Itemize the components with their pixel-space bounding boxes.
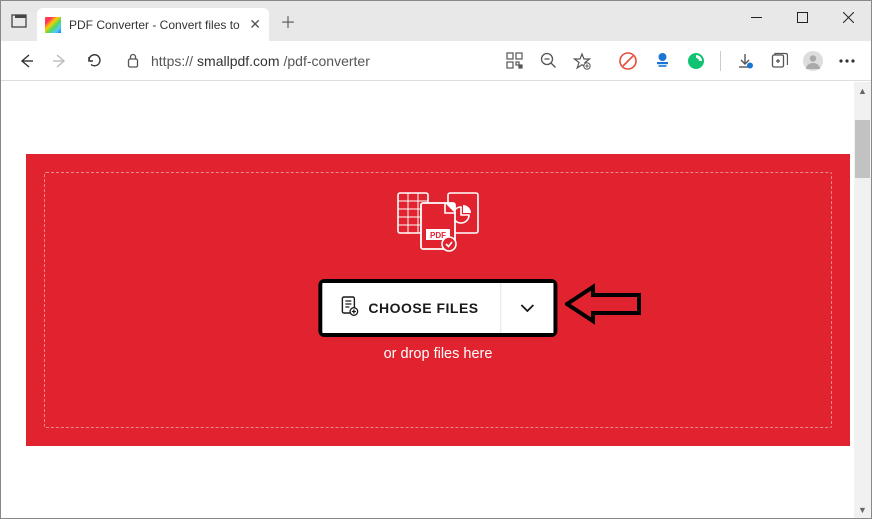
scroll-thumb[interactable] [855, 120, 870, 178]
url-path: /pdf-converter [284, 53, 370, 69]
qr-icon[interactable] [498, 45, 530, 77]
annotation-arrow-icon [565, 282, 643, 331]
url-prefix: https:// [151, 53, 193, 69]
extension-blue-icon[interactable] [646, 45, 678, 77]
extension-red-icon[interactable] [612, 45, 644, 77]
close-window-button[interactable] [825, 1, 871, 33]
url-domain: smallpdf.com [197, 53, 279, 69]
chevron-down-icon [521, 304, 535, 312]
address-bar[interactable]: https://smallpdf.com/pdf-converter [119, 47, 490, 75]
window-controls [733, 1, 871, 33]
extension-green-icon[interactable] [680, 45, 712, 77]
downloads-icon[interactable] [729, 45, 761, 77]
browser-toolbar: https://smallpdf.com/pdf-converter [1, 41, 871, 81]
choose-files-dropdown[interactable] [502, 283, 554, 333]
choose-files-button[interactable]: CHOOSE FILES [322, 283, 501, 333]
zoom-out-icon[interactable] [532, 45, 564, 77]
menu-icon[interactable] [831, 45, 863, 77]
favorites-icon[interactable] [566, 45, 598, 77]
browser-tab[interactable]: PDF Converter - Convert files to ✕ [37, 8, 269, 41]
refresh-button[interactable] [77, 44, 111, 78]
choose-files-highlight: CHOOSE FILES [318, 279, 557, 337]
tab-close-icon[interactable]: ✕ [249, 16, 261, 33]
vertical-scrollbar[interactable]: ▲ ▼ [854, 82, 871, 518]
drop-zone[interactable]: PDF CHOOSE FILES or drop fi [26, 154, 850, 446]
back-button[interactable] [9, 44, 43, 78]
file-type-icons: PDF [388, 189, 488, 264]
document-icon [340, 296, 358, 321]
tab-actions-button[interactable] [1, 1, 37, 41]
scroll-down-button[interactable]: ▼ [854, 501, 871, 518]
collections-icon[interactable] [763, 45, 795, 77]
new-tab-button[interactable]: ＋ [273, 6, 303, 36]
page-content: PDF CHOOSE FILES or drop fi [1, 82, 854, 518]
choose-files-label: CHOOSE FILES [368, 300, 478, 316]
forward-button[interactable] [43, 44, 77, 78]
scroll-up-button[interactable]: ▲ [854, 82, 871, 99]
site-info-icon[interactable] [119, 47, 147, 75]
tab-favicon [45, 17, 61, 33]
drop-files-hint: or drop files here [384, 346, 493, 362]
tab-title: PDF Converter - Convert files to [69, 18, 243, 32]
profile-icon[interactable] [797, 45, 829, 77]
titlebar: PDF Converter - Convert files to ✕ ＋ [1, 1, 871, 41]
maximize-button[interactable] [779, 1, 825, 33]
minimize-button[interactable] [733, 1, 779, 33]
